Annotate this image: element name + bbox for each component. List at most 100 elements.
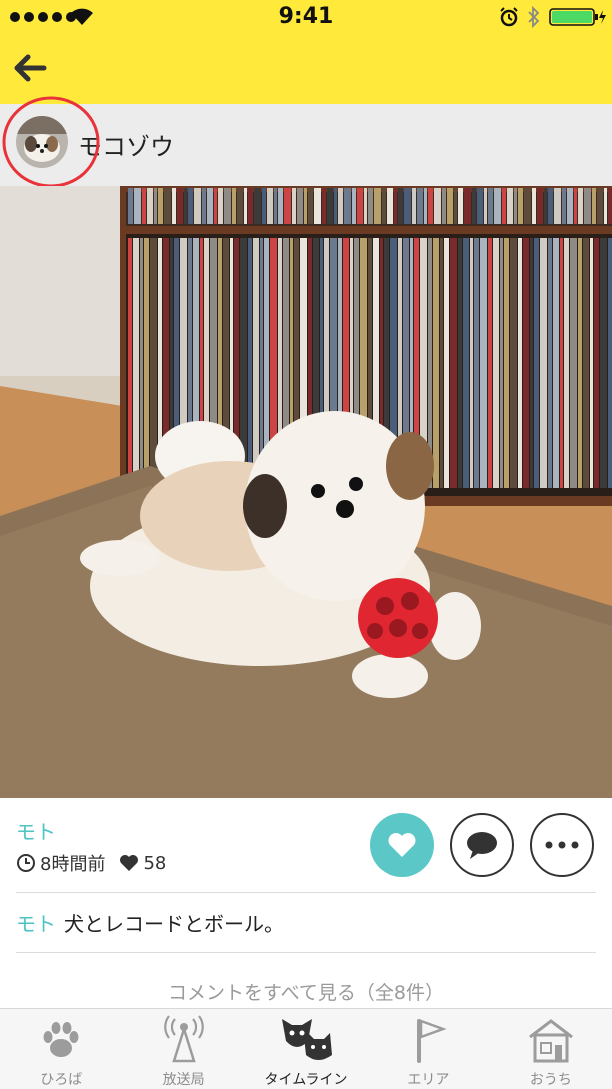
- post-photo[interactable]: [0, 186, 612, 798]
- record-spine: [480, 238, 487, 488]
- tab-label: 放送局: [162, 1072, 205, 1088]
- record-spine: [322, 188, 326, 224]
- record-spine: [253, 238, 259, 488]
- more-options-button[interactable]: [530, 813, 594, 877]
- record-spine: [600, 238, 607, 488]
- record-spine: [284, 188, 291, 224]
- record-spine: [488, 238, 492, 488]
- post-author[interactable]: モト: [16, 816, 56, 845]
- record-spine: [578, 188, 583, 224]
- record-spine: [564, 238, 569, 488]
- tab-area[interactable]: エリア: [367, 1009, 489, 1089]
- record-spine: [237, 188, 243, 224]
- record-spine: [382, 188, 386, 224]
- record-spine: [417, 188, 423, 224]
- record-spine: [232, 188, 236, 224]
- record-spine: [578, 238, 582, 488]
- user-name[interactable]: モコゾウ: [78, 127, 174, 162]
- comment-button[interactable]: [450, 813, 514, 877]
- see-all-comments-link[interactable]: コメントをすべて見る（全8件）: [0, 978, 612, 1005]
- record-spine: [207, 188, 213, 224]
- record-spine: [484, 188, 487, 224]
- alarm-icon: [500, 7, 518, 27]
- record-spine: [514, 188, 517, 224]
- record-spine: [188, 188, 193, 224]
- tab-ouchi[interactable]: おうち: [490, 1009, 612, 1089]
- post-meta: 8時間前 58: [16, 850, 166, 876]
- record-spine: [308, 188, 313, 224]
- record-spine: [327, 188, 333, 224]
- record-spine: [164, 188, 171, 224]
- status-bar: 9:41: [0, 0, 612, 34]
- record-spine: [518, 238, 522, 488]
- record-spine: [447, 188, 453, 224]
- tab-label: エリア: [407, 1072, 450, 1088]
- record-spine: [592, 188, 596, 224]
- record-spine: [540, 238, 547, 488]
- record-spine: [444, 238, 449, 488]
- record-spine: [474, 238, 479, 488]
- caption-author[interactable]: モト: [16, 912, 56, 936]
- like-button[interactable]: [370, 813, 434, 877]
- record-spine: [488, 188, 493, 224]
- divider: [16, 952, 596, 953]
- tab-timeline[interactable]: タイムライン: [245, 1009, 367, 1089]
- back-arrow-icon[interactable]: [8, 46, 52, 90]
- paw-icon: [43, 1022, 79, 1057]
- record-spine: [140, 238, 143, 488]
- record-spine: [394, 188, 397, 224]
- post-time-ago: 8時間前: [40, 854, 106, 875]
- record-spine: [224, 188, 231, 224]
- record-spine: [267, 188, 273, 224]
- record-spine: [608, 238, 612, 488]
- house-icon: [528, 1019, 573, 1063]
- record-spine: [344, 188, 351, 224]
- record-spine: [537, 188, 543, 224]
- record-spine: [428, 188, 433, 224]
- record-spine: [433, 238, 439, 488]
- record-spine: [297, 188, 303, 224]
- record-spine: [147, 188, 153, 224]
- record-spine: [530, 238, 533, 488]
- record-spine: [590, 238, 593, 488]
- record-spine: [364, 188, 367, 224]
- record-spine: [440, 238, 443, 488]
- record-spine: [518, 188, 523, 224]
- post-like-count: 58: [143, 852, 167, 874]
- record-spine: [434, 188, 441, 224]
- record-spine: [218, 188, 223, 224]
- speech-bubble-icon: [467, 832, 497, 859]
- clock-icon: [17, 854, 35, 872]
- record-spine: [442, 188, 446, 224]
- record-spine: [248, 238, 252, 488]
- record-spine: [454, 188, 457, 224]
- user-avatar[interactable]: [16, 116, 68, 168]
- record-spine: [292, 188, 296, 224]
- record-spine: [357, 188, 363, 224]
- record-spine: [574, 188, 577, 224]
- record-spine: [532, 188, 536, 224]
- record-spine: [424, 188, 427, 224]
- record-spine: [254, 188, 261, 224]
- records-top-row: [128, 188, 612, 224]
- record-spine: [583, 238, 589, 488]
- bluetooth-icon: [528, 6, 540, 28]
- heart-icon: [120, 855, 139, 871]
- tab-label: ひろば: [40, 1072, 83, 1088]
- record-spine: [553, 238, 559, 488]
- record-spine: [314, 188, 321, 224]
- tab-hiroba[interactable]: ひろば: [0, 1009, 122, 1089]
- record-spine: [338, 188, 343, 224]
- record-spine: [608, 188, 612, 224]
- post-caption: モト 犬とレコードとボール。: [16, 908, 284, 937]
- record-spine: [570, 238, 577, 488]
- record-spine: [544, 188, 547, 224]
- record-spine: [154, 188, 157, 224]
- record-spine: [523, 238, 529, 488]
- record-spine: [507, 188, 513, 224]
- record-spine: [464, 188, 471, 224]
- tab-housoukyoku[interactable]: 放送局: [122, 1009, 244, 1089]
- record-spine: [567, 188, 573, 224]
- record-spine: [214, 188, 217, 224]
- record-spine: [158, 188, 163, 224]
